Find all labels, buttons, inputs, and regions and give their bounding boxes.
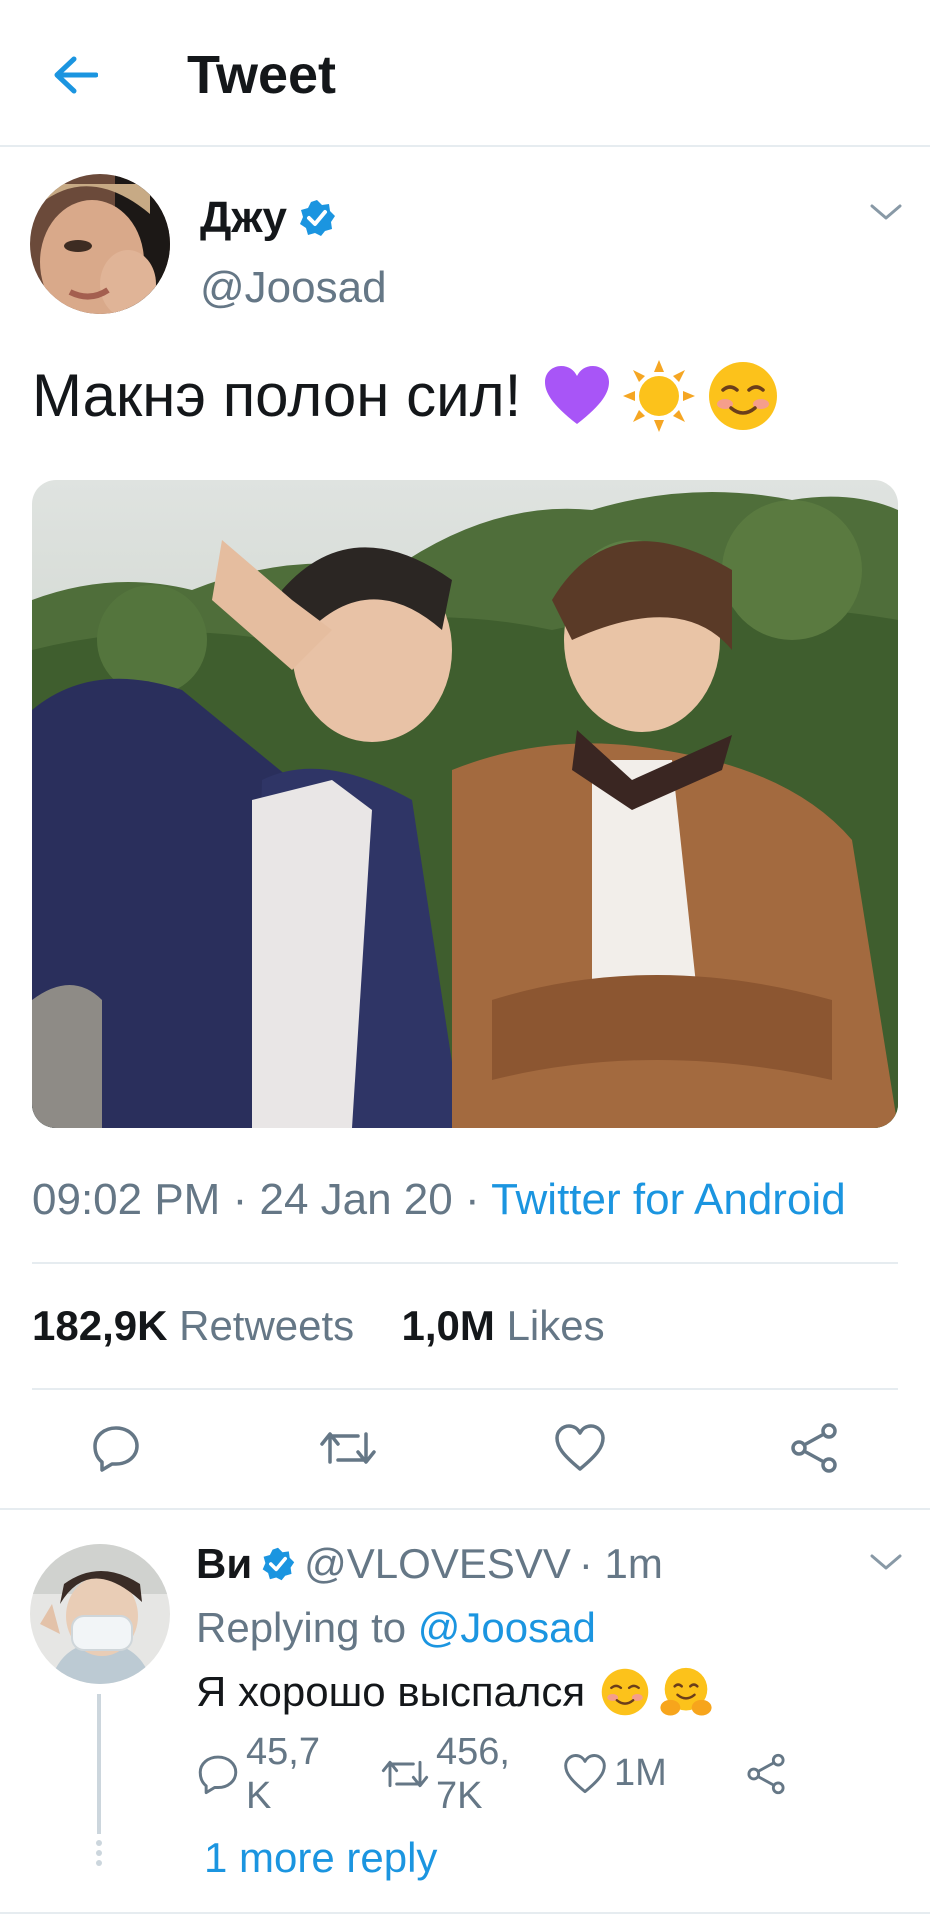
replying-to: Replying to @Joosad	[196, 1600, 596, 1656]
reply-like-button[interactable]: 1M	[562, 1752, 667, 1795]
header-divider	[0, 145, 930, 147]
hugging-face-icon	[660, 1667, 712, 1716]
reply-retweet-button[interactable]: 456, 7K	[380, 1730, 514, 1818]
meta-separator: ·	[464, 1175, 480, 1224]
chevron-down-icon	[870, 204, 902, 220]
tweet-text-row: Макнэ полон сил!	[32, 358, 781, 434]
tweet-source-link[interactable]: Twitter for Android	[491, 1175, 846, 1224]
page-title: Tweet	[187, 45, 337, 105]
author-name-row[interactable]: Джу	[200, 192, 337, 244]
reply-button[interactable]	[76, 1408, 156, 1488]
reply-text: Я хорошо выспался	[196, 1668, 586, 1715]
tweet-date: 24 Jan 20	[259, 1175, 453, 1224]
reply-header[interactable]: Ви @VLOVESVV · 1m	[196, 1536, 663, 1592]
like-label: Likes	[506, 1302, 605, 1349]
meta-separator: ·	[232, 1175, 248, 1224]
reply-options-button[interactable]	[864, 1546, 908, 1578]
retweets-stat[interactable]: 182,9K Retweets	[32, 1302, 354, 1349]
author-avatar[interactable]	[30, 174, 170, 314]
share-icon	[747, 1753, 785, 1795]
comment-icon	[93, 1426, 139, 1472]
chevron-down-icon	[870, 1554, 902, 1570]
tweet-meta: 09:02 PM · 24 Jan 20 · Twitter for Andro…	[32, 1172, 846, 1228]
likes-stat[interactable]: 1,0M Likes	[402, 1302, 605, 1349]
reply-avatar[interactable]	[30, 1544, 170, 1684]
back-button[interactable]	[40, 40, 110, 110]
stats-divider	[32, 1388, 898, 1390]
reply-reply-count: 45,7 K	[246, 1731, 320, 1817]
replying-label: Replying to	[196, 1604, 407, 1651]
reply-author-handle: @VLOVESVV	[304, 1540, 571, 1587]
purple-heart-icon	[545, 366, 610, 424]
share-button[interactable]	[774, 1408, 854, 1488]
comment-icon	[198, 1755, 238, 1795]
like-count: 1,0M	[401, 1302, 495, 1349]
reply-reply-button[interactable]: 45,7 K	[196, 1730, 324, 1818]
verified-badge-icon	[300, 200, 336, 236]
tweet-photo[interactable]	[32, 480, 898, 1128]
reply-like-count: 1M	[614, 1752, 667, 1794]
tweet-stats: 182,9K Retweets 1,0M Likes	[32, 1298, 605, 1354]
sun-icon	[623, 360, 696, 432]
reply-retweet-count: 456, 7K	[436, 1731, 510, 1817]
retweet-count: 182,9K	[32, 1302, 168, 1349]
actions-divider	[0, 1508, 930, 1510]
meta-divider	[32, 1262, 898, 1264]
retweet-label: Retweets	[179, 1302, 355, 1349]
share-icon	[791, 1423, 837, 1473]
author-handle[interactable]: @Joosad	[200, 262, 387, 314]
thread-line	[97, 1694, 101, 1834]
smiling-face-icon	[709, 362, 778, 430]
heart-icon	[564, 1753, 606, 1793]
back-arrow-icon	[54, 56, 98, 94]
retweet-icon	[381, 1760, 429, 1788]
thread-dots	[96, 1840, 102, 1870]
tweet-options-button[interactable]	[864, 196, 908, 228]
bottom-divider	[0, 1912, 930, 1914]
replying-handle-link[interactable]: @Joosad	[418, 1604, 596, 1651]
heart-icon	[555, 1424, 605, 1471]
like-button[interactable]	[540, 1408, 620, 1488]
smiling-face-icon	[601, 1668, 649, 1716]
tweet-text: Макнэ полон сил!	[32, 362, 522, 429]
reply-share-button[interactable]	[744, 1752, 788, 1796]
reply-time: · 1m	[578, 1540, 663, 1587]
author-name: Джу	[200, 193, 288, 242]
reply-author-name: Ви	[196, 1540, 253, 1587]
more-replies-link[interactable]: 1 more reply	[204, 1830, 437, 1886]
verified-badge-icon	[262, 1547, 295, 1581]
tweet-time: 09:02 PM	[32, 1175, 221, 1224]
reply-text-row: Я хорошо выспался	[196, 1664, 713, 1720]
retweet-button[interactable]	[308, 1408, 388, 1488]
retweet-icon	[320, 1432, 376, 1464]
